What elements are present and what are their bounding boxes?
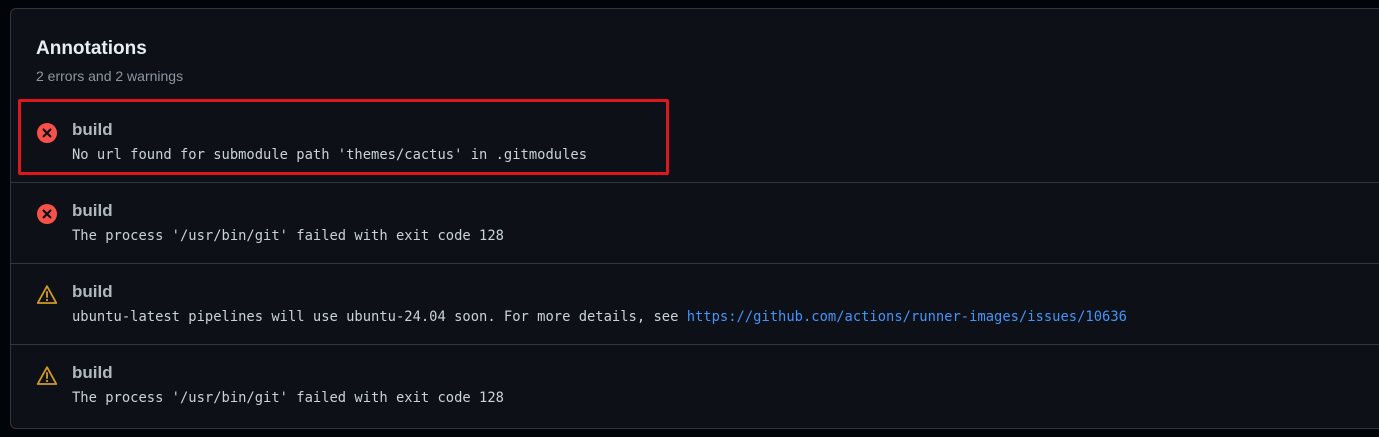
annotations-title: Annotations [36, 38, 147, 59]
x-circle-icon [37, 123, 57, 143]
annotation-message: No url found for submodule path 'themes/… [72, 146, 587, 164]
annotation-row[interactable]: build No url found for submodule path 't… [11, 101, 1379, 182]
annotation-title: build [72, 282, 113, 301]
annotation-message-text: No url found for submodule path 'themes/… [72, 147, 587, 163]
annotation-message: The process '/usr/bin/git' failed with e… [72, 389, 504, 407]
annotation-row[interactable]: build The process '/usr/bin/git' failed … [11, 182, 1379, 264]
annotation-row[interactable]: build The process '/usr/bin/git' failed … [11, 344, 1379, 426]
runner-images-issue-link[interactable]: https://github.com/actions/runner-images… [687, 309, 1127, 325]
annotations-header: Annotations 2 errors and 2 warnings [36, 37, 183, 86]
annotations-panel: Annotations 2 errors and 2 warnings buil… [10, 8, 1379, 429]
alert-triangle-icon [36, 285, 58, 304]
annotations-summary: 2 errors and 2 warnings [36, 68, 184, 84]
annotation-message-text: ubuntu-latest pipelines will use ubuntu-… [72, 309, 687, 325]
annotation-row[interactable]: build ubuntu-latest pipelines will use u… [11, 263, 1379, 345]
x-circle-icon [37, 204, 57, 224]
alert-triangle-icon [36, 366, 58, 385]
annotation-message-text: The process '/usr/bin/git' failed with e… [72, 228, 504, 244]
annotation-message-text: The process '/usr/bin/git' failed with e… [72, 390, 504, 406]
annotation-message: ubuntu-latest pipelines will use ubuntu-… [72, 308, 1127, 326]
annotation-title: build [72, 120, 113, 139]
annotation-title: build [72, 201, 113, 220]
annotation-message: The process '/usr/bin/git' failed with e… [72, 227, 504, 245]
annotation-title: build [72, 363, 113, 382]
